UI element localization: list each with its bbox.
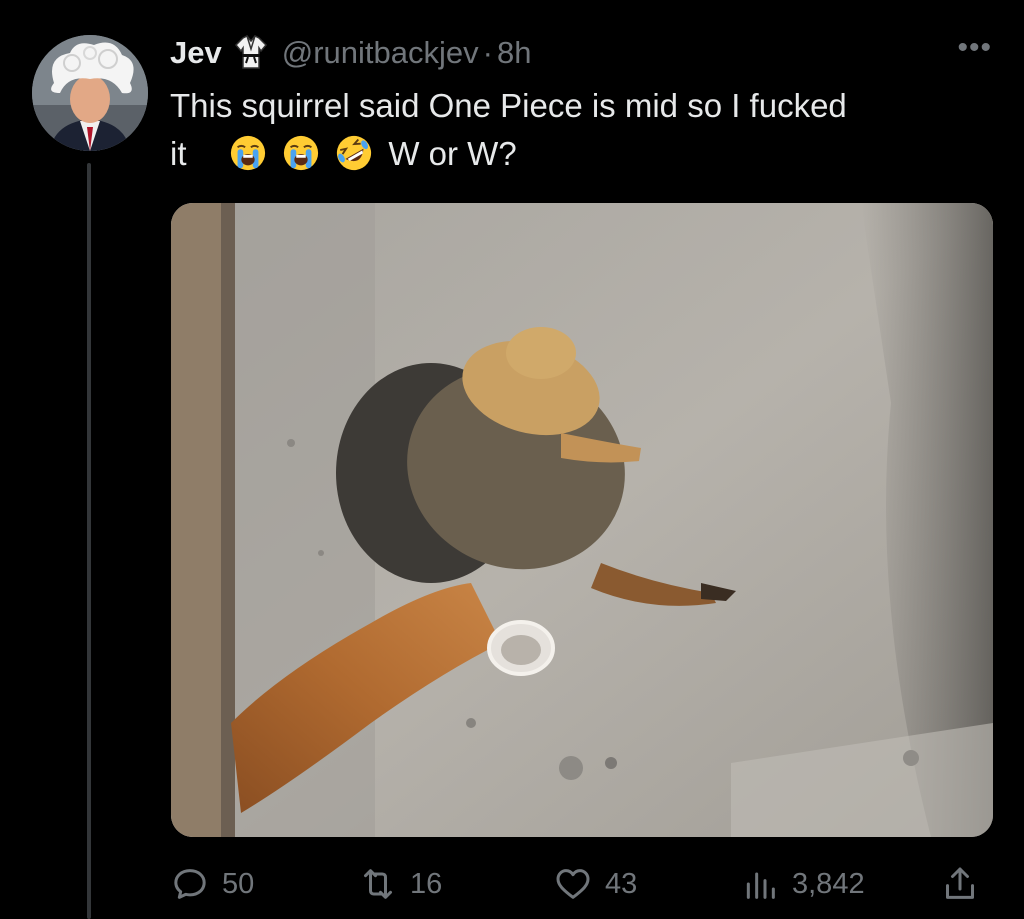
tweet-text-line2-start: it <box>170 135 187 172</box>
reply-icon <box>174 869 206 899</box>
avatar[interactable] <box>32 35 148 151</box>
bar-chart-icon <box>746 872 775 899</box>
tweet-text-line1: This squirrel said One Piece is mid so I… <box>170 87 847 124</box>
handle[interactable]: @runitbackjev <box>282 35 479 71</box>
tweet-media-image[interactable] <box>171 203 993 837</box>
view-count: 3,842 <box>792 867 865 900</box>
repost-icon <box>364 869 392 899</box>
rolling-on-floor-laughing-icon <box>337 135 372 171</box>
loudly-crying-face-icon <box>230 135 265 171</box>
share-icon <box>946 867 974 899</box>
tweet-actions-bar: 50 16 43 3,842 <box>170 860 1000 908</box>
loudly-crying-face-icon <box>283 135 319 171</box>
tweet-text-line2-end: W or W? <box>388 135 517 172</box>
repost-button[interactable]: 16 <box>358 860 442 908</box>
repost-count: 16 <box>410 867 443 900</box>
separator: · <box>482 35 493 70</box>
like-count: 43 <box>605 867 638 900</box>
tweet-text-line2: it W or W? <box>170 130 990 178</box>
heart-icon <box>556 869 590 899</box>
thread-line <box>87 163 91 919</box>
gi-badge-icon <box>234 35 268 71</box>
views-button[interactable]: 3,842 <box>740 860 865 908</box>
tweet-header: Jev @runitbackjev · 8h <box>170 30 531 76</box>
reply-count: 50 <box>222 867 255 900</box>
squirrel-photo <box>171 203 993 837</box>
reply-button[interactable]: 50 <box>170 860 254 908</box>
display-name[interactable]: Jev <box>170 35 222 71</box>
like-button[interactable]: 43 <box>553 860 637 908</box>
avatar-image <box>32 35 148 151</box>
more-options-icon[interactable]: ••• <box>957 33 992 63</box>
timestamp[interactable]: 8h <box>497 35 531 71</box>
share-button[interactable] <box>940 860 992 908</box>
tweet-text: This squirrel said One Piece is mid so I… <box>170 82 990 178</box>
